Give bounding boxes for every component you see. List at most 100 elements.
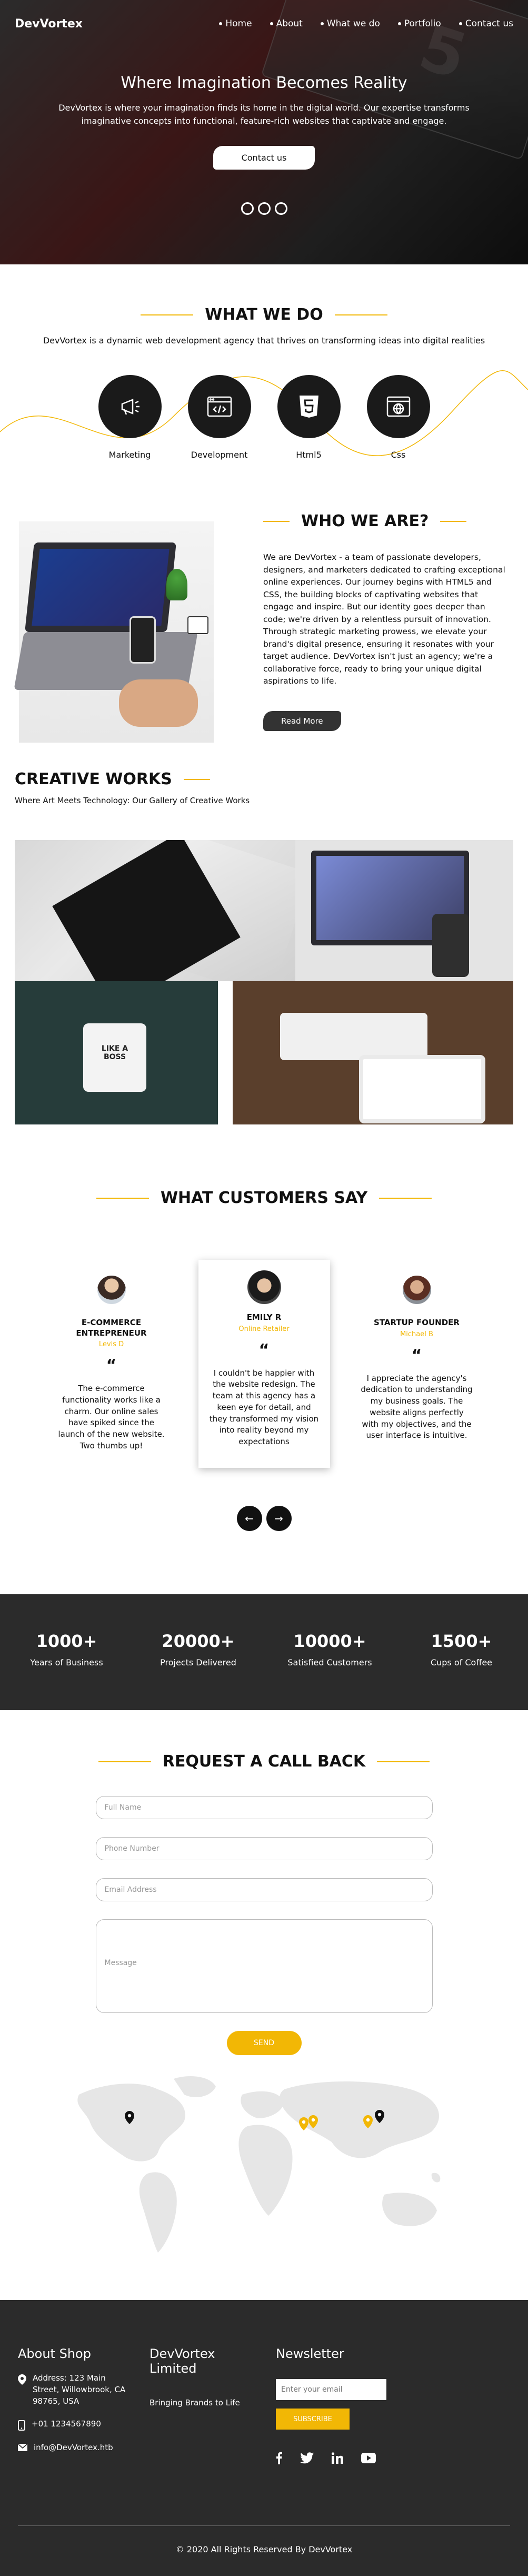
nav-contact[interactable]: Contact us xyxy=(459,18,513,29)
stat-number: 10000+ xyxy=(293,1631,366,1651)
callback-section: REQUEST A CALL BACK Full Name Phone Numb… xyxy=(0,1710,528,2300)
brand-logo[interactable]: DevVortex xyxy=(15,17,83,31)
message-textarea[interactable]: Message xyxy=(95,1919,433,2013)
testimonials-section: WHAT CUSTOMERS SAY E-COMMERCE ENTREPRENE… xyxy=(0,1131,528,1594)
testimonials-title: WHAT CUSTOMERS SAY xyxy=(160,1189,368,1207)
email-text[interactable]: info@DevVortex.htb xyxy=(34,2442,113,2454)
testimonial-role: Levis D xyxy=(98,1340,124,1348)
phone-shape xyxy=(129,616,156,664)
youtube-icon[interactable] xyxy=(361,2453,376,2463)
subscribe-button[interactable]: SUBSCRIBE xyxy=(276,2409,350,2430)
envelope-icon xyxy=(18,2444,27,2452)
twitter-icon[interactable] xyxy=(300,2452,314,2464)
service-development[interactable]: Development xyxy=(187,375,251,460)
service-css[interactable]: Css xyxy=(366,375,430,460)
service-label: Marketing xyxy=(108,450,151,460)
about-text-block: WHO WE ARE? We are DevVortex - a team of… xyxy=(263,512,505,732)
testimonial-role: Online Retailer xyxy=(238,1325,290,1333)
linkedin-icon[interactable] xyxy=(332,2452,343,2464)
service-icon-circle xyxy=(366,375,430,438)
full-name-input[interactable]: Full Name xyxy=(95,1796,433,1819)
gallery-image-mug[interactable] xyxy=(15,981,218,1124)
code-window-icon xyxy=(207,396,232,417)
heading-line-left xyxy=(98,1761,151,1762)
contact-us-button[interactable]: Contact us xyxy=(213,145,315,170)
works-title: CREATIVE WORKS xyxy=(15,770,172,788)
heading-line-right xyxy=(183,778,210,780)
stat-number: 20000+ xyxy=(162,1631,235,1651)
hero-title: Where Imagination Becomes Reality xyxy=(121,74,407,92)
works-gallery xyxy=(15,840,513,1124)
megaphone-icon xyxy=(121,399,140,415)
heading-line-right xyxy=(334,314,387,315)
about-paragraph: We are DevVortex - a team of passionate … xyxy=(263,552,505,686)
gallery-image-keyboard-tablet[interactable] xyxy=(233,981,513,1124)
address-text: Address: 123 Main Street, Willowbrook, C… xyxy=(33,2373,126,2406)
heading-line-right xyxy=(379,1197,432,1199)
stat-projects: 20000+ Projects Delivered xyxy=(148,1631,248,1710)
next-arrow-icon[interactable]: → xyxy=(266,1505,292,1531)
tablet-shape xyxy=(359,1055,485,1123)
stat-customers: 10000+ Satisfied Customers xyxy=(280,1631,380,1710)
email-input[interactable]: Email Address xyxy=(95,1878,433,1901)
read-more-button[interactable]: Read More xyxy=(263,711,341,732)
testimonial-card-active: EMILY R Online Retailer “ I couldn't be … xyxy=(198,1260,330,1468)
carousel-dot-1[interactable] xyxy=(241,202,254,215)
world-map xyxy=(77,2076,441,2253)
nav-menu: Home About What we do Portfolio Contact … xyxy=(219,18,513,29)
nav-what-we-do[interactable]: What we do xyxy=(321,18,380,29)
social-links xyxy=(276,2452,402,2464)
gallery-image-notebook[interactable] xyxy=(15,840,295,981)
carousel-dot-3[interactable] xyxy=(274,202,287,215)
phone-shape xyxy=(432,914,469,977)
prev-arrow-icon[interactable]: ← xyxy=(236,1505,262,1531)
nav-home[interactable]: Home xyxy=(219,18,252,29)
service-marketing[interactable]: Marketing xyxy=(98,375,162,460)
service-icon-circle xyxy=(187,375,251,438)
heading-line-right xyxy=(377,1761,430,1762)
html5-icon xyxy=(299,396,318,418)
service-label: Html5 xyxy=(296,450,322,460)
send-button[interactable]: SEND xyxy=(226,2031,302,2055)
stats-section: 1000+ Years of Business 20000+ Projects … xyxy=(0,1594,528,1710)
nav-portfolio[interactable]: Portfolio xyxy=(398,18,441,29)
stat-label: Projects Delivered xyxy=(160,1657,236,1667)
heading-line-left xyxy=(263,520,290,522)
works-section: CREATIVE WORKS Where Art Meets Technolog… xyxy=(0,770,528,1131)
testimonial-text: I appreciate the agency's dedication to … xyxy=(361,1373,473,1440)
about-section: WHO WE ARE? We are DevVortex - a team of… xyxy=(0,512,528,770)
globe-window-icon xyxy=(386,396,410,417)
facebook-icon[interactable] xyxy=(276,2452,282,2464)
gallery-image-laptop-phone[interactable] xyxy=(295,840,513,981)
testimonial-name: E-COMMERCE ENTREPRENEUR xyxy=(76,1318,147,1338)
footer-email: info@DevVortex.htb xyxy=(18,2442,128,2454)
services-heading: WHAT WE DO xyxy=(0,305,528,324)
testimonial-name: STARTUP FOUNDER xyxy=(374,1318,460,1327)
carousel-dot-2[interactable] xyxy=(257,202,271,215)
nav-about[interactable]: About xyxy=(270,18,303,29)
works-heading: CREATIVE WORKS xyxy=(15,770,513,788)
avatar xyxy=(247,1270,281,1304)
testimonial-card: STARTUP FOUNDER Michael B “ I appreciate… xyxy=(351,1260,483,1468)
location-pin-icon xyxy=(18,2374,26,2385)
services-subtitle: DevVortex is a dynamic web development a… xyxy=(43,335,485,346)
heading-line-right xyxy=(440,520,467,522)
testimonial-arrows: ← → xyxy=(0,1505,528,1531)
service-html5[interactable]: Html5 xyxy=(277,375,341,460)
services-section: WHAT WE DO DevVortex is a dynamic web de… xyxy=(0,264,528,512)
footer-newsletter: Newsletter Enter your email SUBSCRIBE xyxy=(276,2346,402,2464)
about-heading: WHO WE ARE? xyxy=(263,512,505,530)
works-subtitle: Where Art Meets Technology: Our Gallery … xyxy=(15,796,250,805)
phone-icon xyxy=(18,2420,25,2431)
hero-content: Where Imagination Becomes Reality DevVor… xyxy=(0,74,528,215)
footer-company-title: DevVortex Limited xyxy=(150,2346,215,2376)
quote-icon: “ xyxy=(411,1346,422,1365)
hero-text: DevVortex is where your imagination find… xyxy=(58,103,470,126)
service-icon-circle xyxy=(277,375,341,438)
service-label: Development xyxy=(191,450,248,460)
newsletter-email-input[interactable]: Enter your email xyxy=(276,2379,386,2400)
phone-input[interactable]: Phone Number xyxy=(95,1837,433,1860)
testimonial-cards: E-COMMERCE ENTREPRENEUR Levis D “ The e-… xyxy=(0,1260,528,1468)
mug-shape xyxy=(83,1023,146,1092)
phone-text[interactable]: +01 1234567890 xyxy=(32,2419,101,2430)
